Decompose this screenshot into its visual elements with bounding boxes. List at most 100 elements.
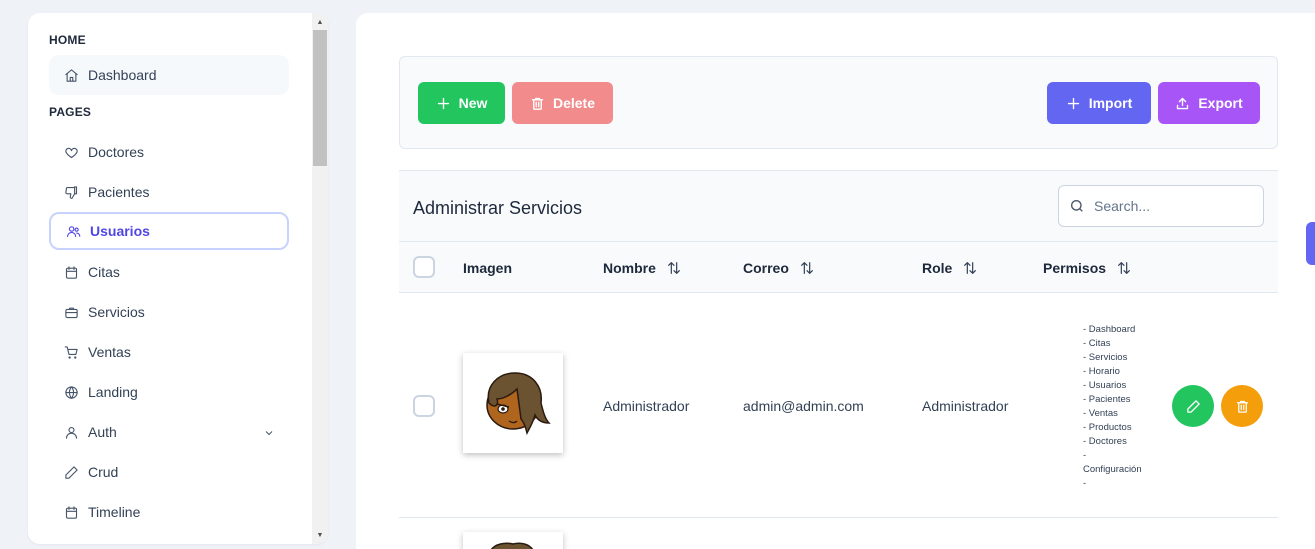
permiso-item: - Ventas bbox=[1083, 408, 1118, 419]
column-label: Correo bbox=[743, 260, 789, 276]
avatar-illustration bbox=[490, 542, 534, 549]
sidebar-item-label: Usuarios bbox=[90, 223, 150, 239]
sort-icon[interactable] bbox=[962, 260, 978, 276]
sort-icon[interactable] bbox=[799, 260, 815, 276]
calendar-icon bbox=[63, 504, 79, 520]
toolbar: New Delete Import Export bbox=[399, 56, 1278, 149]
search-input[interactable] bbox=[1094, 198, 1254, 214]
column-header-imagen: Imagen bbox=[463, 260, 512, 276]
trash-icon bbox=[531, 97, 544, 110]
scrollbar-thumb[interactable] bbox=[313, 30, 327, 166]
sidebar-item-pacientes[interactable]: Pacientes bbox=[49, 172, 289, 212]
export-button-label: Export bbox=[1198, 95, 1243, 111]
sidebar-item-label: Pacientes bbox=[88, 184, 150, 200]
permiso-item: - bbox=[1083, 450, 1087, 461]
sidebar-item-label: Doctores bbox=[88, 144, 145, 160]
main-card: New Delete Import Export Administrar Ser… bbox=[356, 13, 1315, 549]
column-header-role[interactable]: Role bbox=[922, 260, 978, 276]
scroll-up-arrow-icon[interactable]: ▲ bbox=[312, 15, 328, 29]
cell-correo: admin@admin.com bbox=[743, 398, 864, 414]
sidebar: HOME Dashboard PAGES Doctores Pacientes … bbox=[28, 13, 328, 544]
import-button-label: Import bbox=[1088, 95, 1133, 111]
chevron-down-icon[interactable] bbox=[263, 426, 275, 438]
column-label: Imagen bbox=[463, 260, 513, 276]
row-checkbox[interactable] bbox=[413, 395, 435, 417]
sidebar-item-crud[interactable]: Crud bbox=[49, 452, 289, 492]
search-field[interactable] bbox=[1058, 185, 1264, 227]
delete-button-label: Delete bbox=[552, 95, 596, 111]
user-avatar-image bbox=[463, 353, 563, 453]
sidebar-item-label: Ventas bbox=[88, 344, 131, 360]
upload-icon bbox=[1177, 97, 1189, 109]
sidebar-item-ventas[interactable]: Ventas bbox=[49, 332, 289, 372]
import-button[interactable]: Import bbox=[1047, 82, 1151, 124]
plus-icon bbox=[1067, 97, 1079, 109]
sidebar-item-citas[interactable]: Citas bbox=[49, 252, 289, 292]
delete-row-button[interactable] bbox=[1221, 385, 1263, 427]
permiso-item: - Servicios bbox=[1083, 352, 1128, 363]
home-icon bbox=[63, 67, 79, 83]
table-column-header: Imagen Nombre Correo Role Permisos bbox=[399, 242, 1278, 293]
sidebar-item-label: Dashboard bbox=[88, 67, 157, 83]
new-button[interactable]: New bbox=[418, 82, 505, 124]
permiso-item: - Usuarios bbox=[1083, 380, 1127, 391]
column-label: Permisos bbox=[1043, 260, 1107, 276]
users-icon bbox=[65, 223, 81, 239]
heart-icon bbox=[63, 144, 79, 160]
calendar-icon bbox=[63, 264, 79, 280]
table-row[interactable]: Administrador admin@admin.com Administra… bbox=[399, 293, 1278, 518]
pencil-icon bbox=[63, 464, 79, 480]
table-title: Administrar Servicios bbox=[413, 198, 583, 218]
cell-role: Administrador bbox=[922, 398, 1009, 414]
sidebar-item-usuarios[interactable]: Usuarios bbox=[49, 212, 289, 250]
sidebar-menu: HOME Dashboard PAGES Doctores Pacientes … bbox=[28, 13, 312, 544]
edit-button[interactable] bbox=[1172, 385, 1214, 427]
cell-permisos: - Dashboard - Citas - Servicios - Horari… bbox=[1083, 323, 1153, 491]
user-avatar-image bbox=[463, 532, 563, 549]
avatar-illustration bbox=[486, 372, 551, 436]
sidebar-item-label: Landing bbox=[88, 384, 138, 400]
sidebar-scrollbar[interactable]: ▲ ▼ bbox=[312, 13, 328, 544]
briefcase-icon bbox=[63, 304, 79, 320]
sidebar-item-doctores[interactable]: Doctores bbox=[49, 132, 289, 172]
search-icon bbox=[1071, 200, 1083, 212]
sidebar-item-label: Crud bbox=[88, 464, 119, 480]
section-title-home: HOME bbox=[49, 33, 86, 47]
sort-icon[interactable] bbox=[666, 260, 682, 276]
sidebar-item-label: Auth bbox=[88, 424, 117, 440]
sidebar-item-label: Timeline bbox=[88, 504, 141, 520]
sidebar-item-label: Servicios bbox=[88, 304, 145, 320]
trash-icon bbox=[1236, 400, 1248, 413]
column-header-nombre[interactable]: Nombre bbox=[603, 260, 682, 276]
thumbs-down-icon bbox=[63, 184, 79, 200]
table-header: Administrar Servicios bbox=[399, 170, 1278, 242]
select-all-checkbox[interactable] bbox=[413, 256, 435, 278]
permiso-item: - Dashboard bbox=[1083, 324, 1136, 335]
column-label: Nombre bbox=[603, 260, 656, 276]
sidebar-item-dashboard[interactable]: Dashboard bbox=[49, 55, 289, 95]
sidebar-item-timeline[interactable]: Timeline bbox=[49, 492, 289, 532]
scroll-down-arrow-icon[interactable]: ▼ bbox=[312, 528, 328, 542]
export-button[interactable]: Export bbox=[1158, 82, 1260, 124]
column-label: Role bbox=[922, 260, 953, 276]
sidebar-item-label: Citas bbox=[88, 264, 120, 280]
sidebar-item-servicios[interactable]: Servicios bbox=[49, 292, 289, 332]
column-header-permisos[interactable]: Permisos bbox=[1043, 260, 1132, 276]
permiso-item: - Productos bbox=[1083, 422, 1132, 433]
permiso-item: - Pacientes bbox=[1083, 394, 1131, 405]
user-icon bbox=[63, 424, 79, 440]
cell-nombre: Administrador bbox=[603, 398, 690, 414]
config-panel-toggle[interactable] bbox=[1306, 222, 1315, 265]
permiso-item: Configuración bbox=[1083, 464, 1142, 475]
new-button-label: New bbox=[458, 95, 488, 111]
sidebar-item-auth[interactable]: Auth bbox=[49, 412, 289, 452]
permiso-item: - Doctores bbox=[1083, 436, 1127, 447]
delete-button[interactable]: Delete bbox=[512, 82, 613, 124]
permiso-item: - Citas bbox=[1083, 338, 1111, 349]
sidebar-item-landing[interactable]: Landing bbox=[49, 372, 289, 412]
permiso-item: - Horario bbox=[1083, 366, 1120, 377]
permiso-item: - bbox=[1083, 478, 1087, 489]
sort-icon[interactable] bbox=[1116, 260, 1132, 276]
plus-icon bbox=[437, 97, 449, 109]
column-header-correo[interactable]: Correo bbox=[743, 260, 815, 276]
